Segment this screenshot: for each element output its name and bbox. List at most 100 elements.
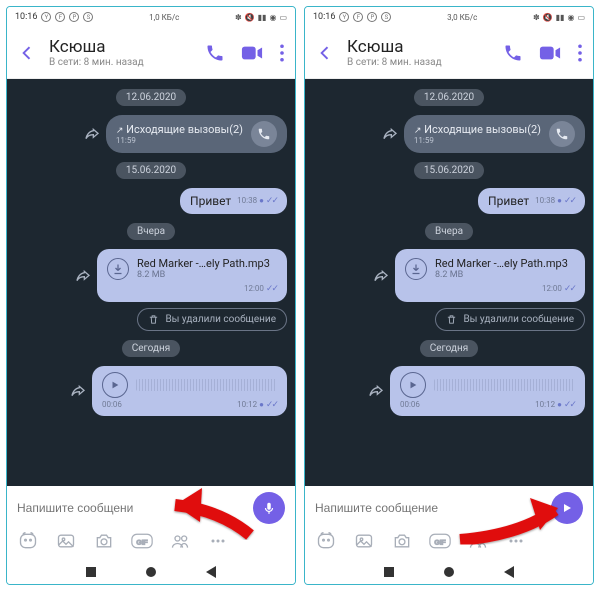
file-name: Red Marker -…ely Path.mp3 [435, 257, 568, 270]
text-message-bubble[interactable]: Привет 10:38 ● ✓✓ [180, 188, 287, 214]
chat-area[interactable]: 12.06.2020 ↗ Исходящие вызовы(2) 11:59 1… [7, 79, 295, 486]
call-icon[interactable] [549, 121, 575, 147]
sticker-icon[interactable] [17, 530, 39, 552]
deleted-message: Вы удалили сообщение [435, 308, 585, 331]
file-message-bubble[interactable]: Red Marker -…ely Path.mp3 8.2 MB 12:00 ✓… [97, 249, 287, 302]
battery-icon: ▭ [279, 13, 287, 22]
composer: GIF [7, 486, 295, 560]
menu-icon[interactable] [577, 44, 583, 62]
contact-name[interactable]: Ксюша [49, 37, 205, 57]
deleted-text: Вы удалили сообщение [165, 314, 276, 325]
date-separator: 15.06.2020 [116, 162, 186, 179]
text-message-bubble[interactable]: Привет 10:38 ● ✓✓ [478, 188, 585, 214]
nav-recents[interactable] [384, 567, 394, 577]
gallery-icon[interactable] [55, 530, 77, 552]
nav-home[interactable] [146, 567, 156, 577]
message-time: 10:38 [237, 196, 257, 205]
back-button[interactable] [315, 43, 339, 63]
phone-pane-left: 10:16 Y F P S 1,0 КБ/с ✽ 🔇 ▮▮ ◉ ▭ Ксюша … [6, 6, 296, 585]
waveform[interactable] [136, 379, 277, 391]
contact-name[interactable]: Ксюша [347, 37, 503, 57]
waveform[interactable] [434, 379, 575, 391]
nav-recents[interactable] [86, 567, 96, 577]
status-icon: Y [339, 12, 349, 22]
play-button[interactable] [400, 372, 426, 398]
file-message-bubble[interactable]: Red Marker -…ely Path.mp3 8.2 MB 12:00 ✓… [395, 249, 585, 302]
voice-message-bubble[interactable]: 00:06 10:12 ● ✓✓ [92, 366, 287, 416]
outgoing-call-bubble[interactable]: ↗ Исходящие вызовы(2) 11:59 [106, 115, 287, 153]
file-size: 8.2 MB [137, 270, 270, 280]
voice-time: 10:12 [237, 400, 257, 409]
video-call-icon[interactable] [241, 45, 263, 61]
more-icon[interactable] [505, 530, 527, 552]
reshare-icon[interactable] [368, 384, 384, 398]
message-input[interactable] [17, 501, 245, 515]
reshare-icon[interactable] [84, 127, 100, 141]
status-icon: P [69, 12, 79, 22]
camera-icon[interactable] [391, 530, 413, 552]
reshare-icon[interactable] [373, 269, 389, 283]
gallery-icon[interactable] [353, 530, 375, 552]
signal-icon: ▮▮ [258, 13, 267, 22]
status-icon: S [83, 12, 93, 22]
voice-duration: 00:06 [102, 400, 122, 410]
send-button[interactable] [551, 492, 583, 524]
more-icon[interactable] [207, 530, 229, 552]
download-icon[interactable] [107, 258, 129, 280]
status-bar: 10:16 Y F P S 1,0 КБ/с ✽ 🔇 ▮▮ ◉ ▭ [7, 7, 295, 27]
status-time: 10:16 [313, 12, 335, 22]
file-time: 12:00 [542, 284, 562, 293]
nav-back[interactable] [206, 566, 216, 578]
file-time: 12:00 [244, 284, 264, 293]
file-name: Red Marker -…ely Path.mp3 [137, 257, 270, 270]
android-navbar [7, 560, 295, 584]
status-icon: Y [41, 12, 51, 22]
date-separator: Вчера [425, 223, 473, 240]
menu-icon[interactable] [279, 44, 285, 62]
status-icon: S [381, 12, 391, 22]
voice-call-icon[interactable] [205, 43, 225, 63]
reshare-icon[interactable] [382, 127, 398, 141]
svg-text:GIF: GIF [136, 539, 147, 546]
voice-duration: 00:06 [400, 400, 420, 410]
net-speed: 1,0 КБ/с [149, 13, 179, 22]
wifi-icon: ◉ [269, 13, 276, 22]
mention-icon[interactable] [467, 530, 489, 552]
play-button[interactable] [102, 372, 128, 398]
nosound-icon: 🔇 [245, 13, 255, 22]
call-label: Исходящие вызовы(2) [126, 123, 243, 136]
video-call-icon[interactable] [539, 45, 561, 61]
android-navbar [305, 560, 593, 584]
status-icon: F [55, 12, 65, 22]
deleted-text: Вы удалили сообщение [463, 314, 574, 325]
camera-icon[interactable] [93, 530, 115, 552]
nav-back[interactable] [504, 566, 514, 578]
call-time: 11:59 [414, 136, 541, 145]
voice-call-icon[interactable] [503, 43, 523, 63]
svg-text:GIF: GIF [434, 539, 445, 546]
nosound-icon: 🔇 [543, 13, 553, 22]
mention-icon[interactable] [169, 530, 191, 552]
back-button[interactable] [17, 43, 41, 63]
battery-icon: ▭ [577, 13, 585, 22]
gif-icon[interactable]: GIF [131, 530, 153, 552]
composer: GIF [305, 486, 593, 560]
outgoing-call-bubble[interactable]: ↗ Исходящие вызовы(2) 11:59 [404, 115, 585, 153]
reshare-icon[interactable] [75, 269, 91, 283]
file-size: 8.2 MB [435, 270, 568, 280]
download-icon[interactable] [405, 258, 427, 280]
voice-message-bubble[interactable]: 00:06 10:12 ● ✓✓ [390, 366, 585, 416]
voice-time: 10:12 [535, 400, 555, 409]
call-icon[interactable] [251, 121, 277, 147]
reshare-icon[interactable] [70, 384, 86, 398]
gif-icon[interactable]: GIF [429, 530, 451, 552]
chat-header: Ксюша В сети: 8 мин. назад [305, 27, 593, 79]
mic-button[interactable] [253, 492, 285, 524]
nav-home[interactable] [444, 567, 454, 577]
date-separator: Сегодня [420, 340, 479, 357]
date-separator: 12.06.2020 [414, 89, 484, 106]
message-time: 10:38 [535, 196, 555, 205]
chat-area[interactable]: 12.06.2020 ↗ Исходящие вызовы(2) 11:59 1… [305, 79, 593, 486]
message-input[interactable] [315, 501, 543, 515]
sticker-icon[interactable] [315, 530, 337, 552]
